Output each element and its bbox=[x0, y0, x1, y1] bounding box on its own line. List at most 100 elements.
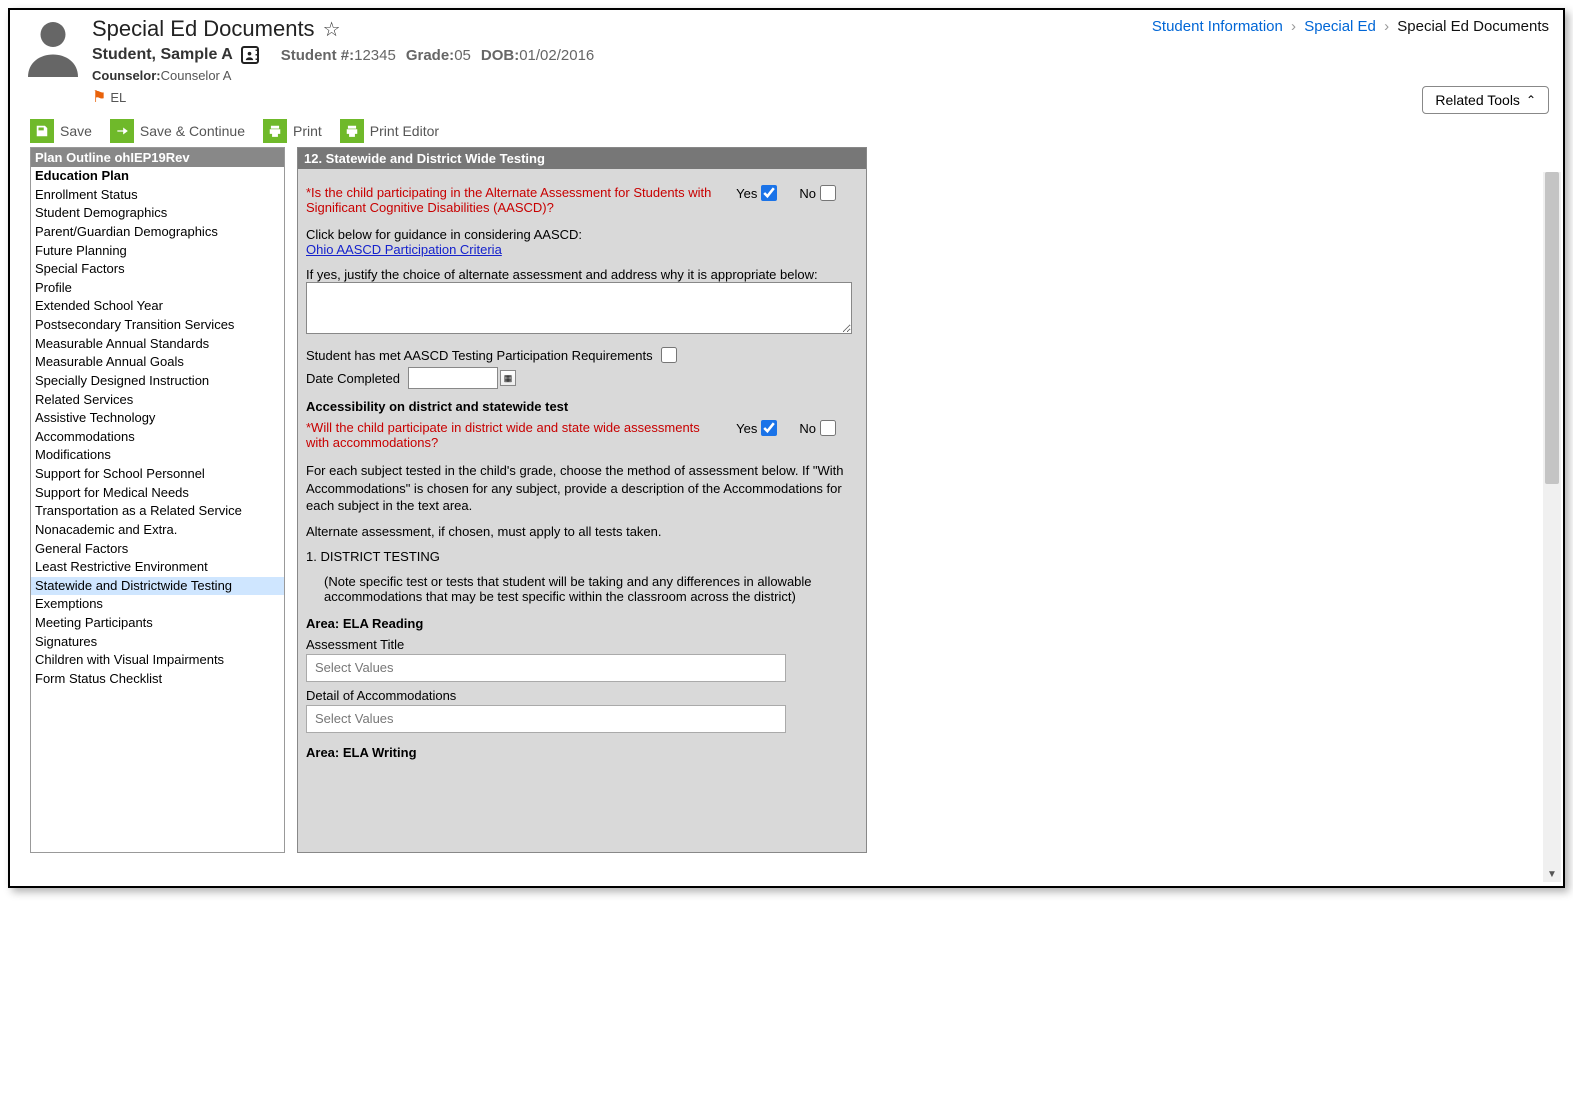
save-continue-label: Save & Continue bbox=[140, 123, 245, 139]
instruction-para-2: Alternate assessment, if chosen, must ap… bbox=[306, 523, 858, 541]
no-label: No bbox=[799, 421, 816, 436]
print-icon bbox=[340, 119, 364, 143]
outline-item[interactable]: Related Services bbox=[31, 391, 284, 410]
chevron-right-icon: › bbox=[1291, 18, 1296, 35]
crumb-special-ed[interactable]: Special Ed bbox=[1304, 18, 1376, 35]
outline-item[interactable]: Extended School Year bbox=[31, 297, 284, 316]
save-continue-button[interactable]: Save & Continue bbox=[110, 119, 245, 143]
outline-item[interactable]: Modifications bbox=[31, 446, 284, 465]
outline-item[interactable]: Meeting Participants bbox=[31, 614, 284, 633]
avatar-icon bbox=[22, 16, 84, 78]
dob-label: DOB: bbox=[481, 47, 519, 64]
chevron-right-icon: › bbox=[1384, 18, 1389, 35]
outline-item[interactable]: Statewide and Districtwide Testing bbox=[31, 577, 284, 596]
flag-icon: ⚑ bbox=[92, 87, 106, 107]
grade-value: 05 bbox=[454, 47, 471, 64]
flag-label: EL bbox=[110, 90, 126, 105]
scrollbar[interactable]: ▲ ▼ bbox=[1543, 172, 1561, 882]
outline-item[interactable]: Profile bbox=[31, 279, 284, 298]
outline-item[interactable]: Student Demographics bbox=[31, 204, 284, 223]
save-button[interactable]: Save bbox=[30, 119, 92, 143]
outline-item[interactable]: Specially Designed Instruction bbox=[31, 372, 284, 391]
accom-yes-checkbox[interactable] bbox=[761, 420, 777, 436]
outline-item[interactable]: Enrollment Status bbox=[31, 186, 284, 205]
accom-no-checkbox[interactable] bbox=[820, 420, 836, 436]
save-label: Save bbox=[60, 123, 92, 139]
counselor-label: Counselor: bbox=[92, 68, 161, 83]
grade-label: Grade: bbox=[406, 47, 454, 64]
assessment-title-select[interactable]: Select Values bbox=[306, 654, 786, 682]
outline-item[interactable]: Assistive Technology bbox=[31, 409, 284, 428]
outline-item[interactable]: Support for Medical Needs bbox=[31, 484, 284, 503]
calendar-icon[interactable]: ▦ bbox=[500, 370, 516, 386]
counselor-value: Counselor A bbox=[161, 68, 232, 83]
scroll-down-icon[interactable]: ▼ bbox=[1545, 866, 1559, 882]
outline-item[interactable]: Accommodations bbox=[31, 428, 284, 447]
outline-item[interactable]: Measurable Annual Standards bbox=[31, 335, 284, 354]
question-accommodations: *Will the child participate in district … bbox=[306, 420, 736, 450]
outline-item[interactable]: Transportation as a Related Service bbox=[31, 502, 284, 521]
question-aascd: *Is the child participating in the Alter… bbox=[306, 185, 736, 215]
toolbar: Save Save & Continue Print Print Editor bbox=[10, 115, 1563, 147]
date-completed-input[interactable] bbox=[408, 367, 498, 389]
star-icon[interactable]: ☆ bbox=[323, 17, 341, 42]
outline-item[interactable]: Parent/Guardian Demographics bbox=[31, 223, 284, 242]
guidance-intro: Click below for guidance in considering … bbox=[306, 227, 858, 242]
dob-value: 01/02/2016 bbox=[519, 47, 594, 64]
justify-textarea[interactable] bbox=[306, 282, 852, 334]
detail-accom-label: Detail of Accommodations bbox=[306, 688, 858, 703]
outline-item[interactable]: Future Planning bbox=[31, 242, 284, 261]
no-label: No bbox=[799, 186, 816, 201]
outline-item[interactable]: Exemptions bbox=[31, 595, 284, 614]
related-tools-button[interactable]: Related Tools ⌃ bbox=[1422, 86, 1549, 114]
app-window: Student Information › Special Ed › Speci… bbox=[8, 8, 1565, 888]
form-area: 12. Statewide and District Wide Testing … bbox=[297, 147, 867, 853]
page-title: Special Ed Documents bbox=[92, 16, 315, 42]
outline-item[interactable]: Postsecondary Transition Services bbox=[31, 316, 284, 335]
outline-item[interactable]: Measurable Annual Goals bbox=[31, 353, 284, 372]
justify-label: If yes, justify the choice of alternate … bbox=[306, 267, 858, 282]
yes-label: Yes bbox=[736, 421, 757, 436]
outline-item[interactable]: Least Restrictive Environment bbox=[31, 558, 284, 577]
student-number-label: Student #: bbox=[281, 47, 354, 64]
arrow-right-icon bbox=[110, 119, 134, 143]
related-tools-label: Related Tools bbox=[1435, 92, 1520, 108]
breadcrumbs: Student Information › Special Ed › Speci… bbox=[1152, 18, 1549, 35]
chevron-up-icon: ⌃ bbox=[1526, 93, 1536, 107]
met-reqs-checkbox[interactable] bbox=[661, 347, 677, 363]
area-ela-reading: Area: ELA Reading bbox=[306, 616, 858, 631]
section-header: 12. Statewide and District Wide Testing bbox=[298, 148, 866, 169]
student-number: 12345 bbox=[354, 47, 396, 64]
print-button[interactable]: Print bbox=[263, 119, 322, 143]
outline-item[interactable]: Education Plan bbox=[31, 167, 284, 186]
outline-item[interactable]: Support for School Personnel bbox=[31, 465, 284, 484]
student-name: Student, Sample A bbox=[92, 46, 233, 64]
crumb-current: Special Ed Documents bbox=[1397, 18, 1549, 35]
print-editor-button[interactable]: Print Editor bbox=[340, 119, 439, 143]
save-icon bbox=[30, 119, 54, 143]
aascd-yes-checkbox[interactable] bbox=[761, 185, 777, 201]
scroll-thumb[interactable] bbox=[1545, 172, 1559, 484]
district-testing-note: (Note specific test or tests that studen… bbox=[324, 574, 858, 604]
outline-item[interactable]: Form Status Checklist bbox=[31, 670, 284, 689]
crumb-student-info[interactable]: Student Information bbox=[1152, 18, 1283, 35]
outline-item[interactable]: Children with Visual Impairments bbox=[31, 651, 284, 670]
outline-item[interactable]: Nonacademic and Extra. bbox=[31, 521, 284, 540]
detail-accom-select[interactable]: Select Values bbox=[306, 705, 786, 733]
assessment-title-label: Assessment Title bbox=[306, 637, 858, 652]
print-label: Print bbox=[293, 123, 322, 139]
outline-item[interactable]: General Factors bbox=[31, 540, 284, 559]
id-card-icon[interactable] bbox=[241, 46, 259, 64]
area-ela-writing: Area: ELA Writing bbox=[306, 745, 858, 760]
outline-item[interactable]: Signatures bbox=[31, 633, 284, 652]
district-testing-header: 1. DISTRICT TESTING bbox=[306, 548, 858, 566]
yes-label: Yes bbox=[736, 186, 757, 201]
aascd-no-checkbox[interactable] bbox=[820, 185, 836, 201]
outline-item[interactable]: Special Factors bbox=[31, 260, 284, 279]
met-reqs-label: Student has met AASCD Testing Participat… bbox=[306, 348, 653, 363]
instruction-para-1: For each subject tested in the child's g… bbox=[306, 462, 858, 515]
date-completed-label: Date Completed bbox=[306, 371, 400, 386]
plan-outline-panel: Plan Outline ohIEP19Rev Education PlanEn… bbox=[30, 147, 285, 853]
aascd-criteria-link[interactable]: Ohio AASCD Participation Criteria bbox=[306, 242, 502, 257]
accessibility-header: Accessibility on district and statewide … bbox=[306, 399, 858, 414]
